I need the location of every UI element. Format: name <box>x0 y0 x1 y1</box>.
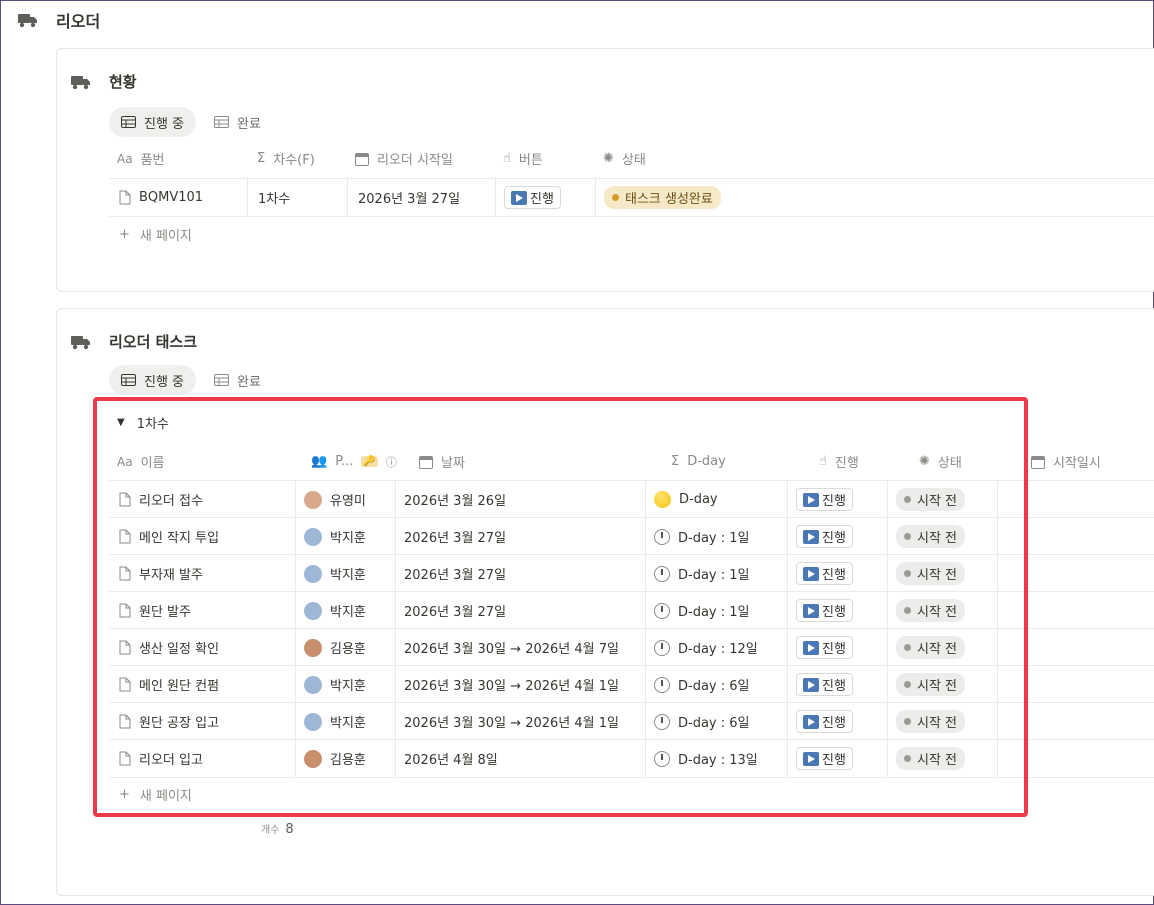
page-icon <box>119 190 131 205</box>
column-header-start-time[interactable]: 시작일시 <box>1023 452 1141 471</box>
truck-icon <box>18 14 37 28</box>
table-icon <box>121 374 136 386</box>
cell-start: 2026년 3월 27일 <box>347 179 495 216</box>
round-text: 1차수 <box>258 192 291 207</box>
table-row[interactable]: BQMV101 1차수 2026년 3월 27일 진행 태스크 생성완료 <box>109 178 1154 217</box>
tab-label: 진행 중 <box>144 374 185 390</box>
column-header-code[interactable]: Aa 품번 <box>117 149 257 169</box>
new-page-label: 새 페이지 <box>139 229 192 244</box>
tab-label: 완료 <box>237 116 261 132</box>
button-label: 진행 <box>530 192 554 207</box>
row-count[interactable]: 개수 8 <box>261 821 294 837</box>
column-header-button[interactable]: ☝ 버튼 <box>503 149 603 168</box>
task-card-header: 리오더 태스크 <box>71 331 197 352</box>
table-icon <box>214 116 230 128</box>
plus-icon: + <box>119 227 130 242</box>
table-icon <box>121 116 136 128</box>
tab-completed[interactable]: 완료 <box>202 365 273 395</box>
calendar-icon <box>1031 455 1045 469</box>
task-card-title: 리오더 태스크 <box>109 333 198 351</box>
column-label: 버튼 <box>518 153 543 168</box>
truck-icon <box>71 335 90 349</box>
column-header-round[interactable]: Σ 차수(F) <box>257 149 355 168</box>
count-value: 8 <box>285 822 294 837</box>
status-badge: 태스크 생성완료 <box>604 186 721 209</box>
cell-round: 1차수 <box>247 179 347 216</box>
truck-icon <box>71 75 90 89</box>
calendar-icon <box>355 152 369 166</box>
cell-code: BQMV101 <box>109 179 247 216</box>
cursor-click-icon: ☝ <box>503 151 511 166</box>
cell-status: 태스크 생성완료 <box>595 179 765 216</box>
highlight-box <box>93 397 1028 817</box>
proceed-button[interactable]: 진행 <box>504 186 561 209</box>
new-page-button[interactable]: + 새 페이지 <box>119 225 192 244</box>
tab-in-progress[interactable]: 진행 중 <box>109 365 197 395</box>
task-card-tabs: 진행 중 완료 <box>109 365 273 395</box>
cell-button: 진행 <box>495 179 595 216</box>
column-label: 시작일시 <box>1053 456 1101 471</box>
column-header-start[interactable]: 리오더 시작일 <box>355 149 503 168</box>
status-card-title: 현황 <box>109 73 137 91</box>
status-card-header: 현황 <box>71 71 137 92</box>
column-label: 상태 <box>621 153 646 168</box>
column-header-status[interactable]: ✺ 상태 <box>603 149 723 168</box>
count-label: 개수 <box>261 825 280 836</box>
status-column-headers: Aa 품번 Σ 차수(F) 리오더 시작일 ☝ 버튼 ✺ 상태 <box>117 149 723 168</box>
column-label: 품번 <box>140 153 165 168</box>
play-icon <box>511 190 527 205</box>
tab-in-progress[interactable]: 진행 중 <box>109 107 197 137</box>
page-header: 리오더 <box>18 8 100 32</box>
status-text: 태스크 생성완료 <box>625 192 713 207</box>
sigma-icon: Σ <box>257 151 266 166</box>
column-label: 차수(F) <box>273 153 315 168</box>
tab-completed[interactable]: 완료 <box>202 107 273 137</box>
page-title: 리오더 <box>56 12 101 31</box>
table-icon <box>214 374 230 386</box>
tab-label: 완료 <box>237 374 261 390</box>
code-text: BQMV101 <box>139 190 204 205</box>
status-dot <box>612 194 619 201</box>
status-card: 현황 진행 중 완료 Aa 품번 Σ 차수(F) 리오더 시작일 ☝ 버튼 ✺ 상태 B… <box>56 48 1154 292</box>
start-date-text: 2026년 3월 27일 <box>358 192 461 207</box>
tab-label: 진행 중 <box>144 116 185 132</box>
text-prop-icon: Aa <box>117 151 133 166</box>
status-card-tabs: 진행 중 완료 <box>109 107 273 137</box>
status-spinner-icon: ✺ <box>603 151 614 166</box>
column-label: 리오더 시작일 <box>377 153 453 168</box>
